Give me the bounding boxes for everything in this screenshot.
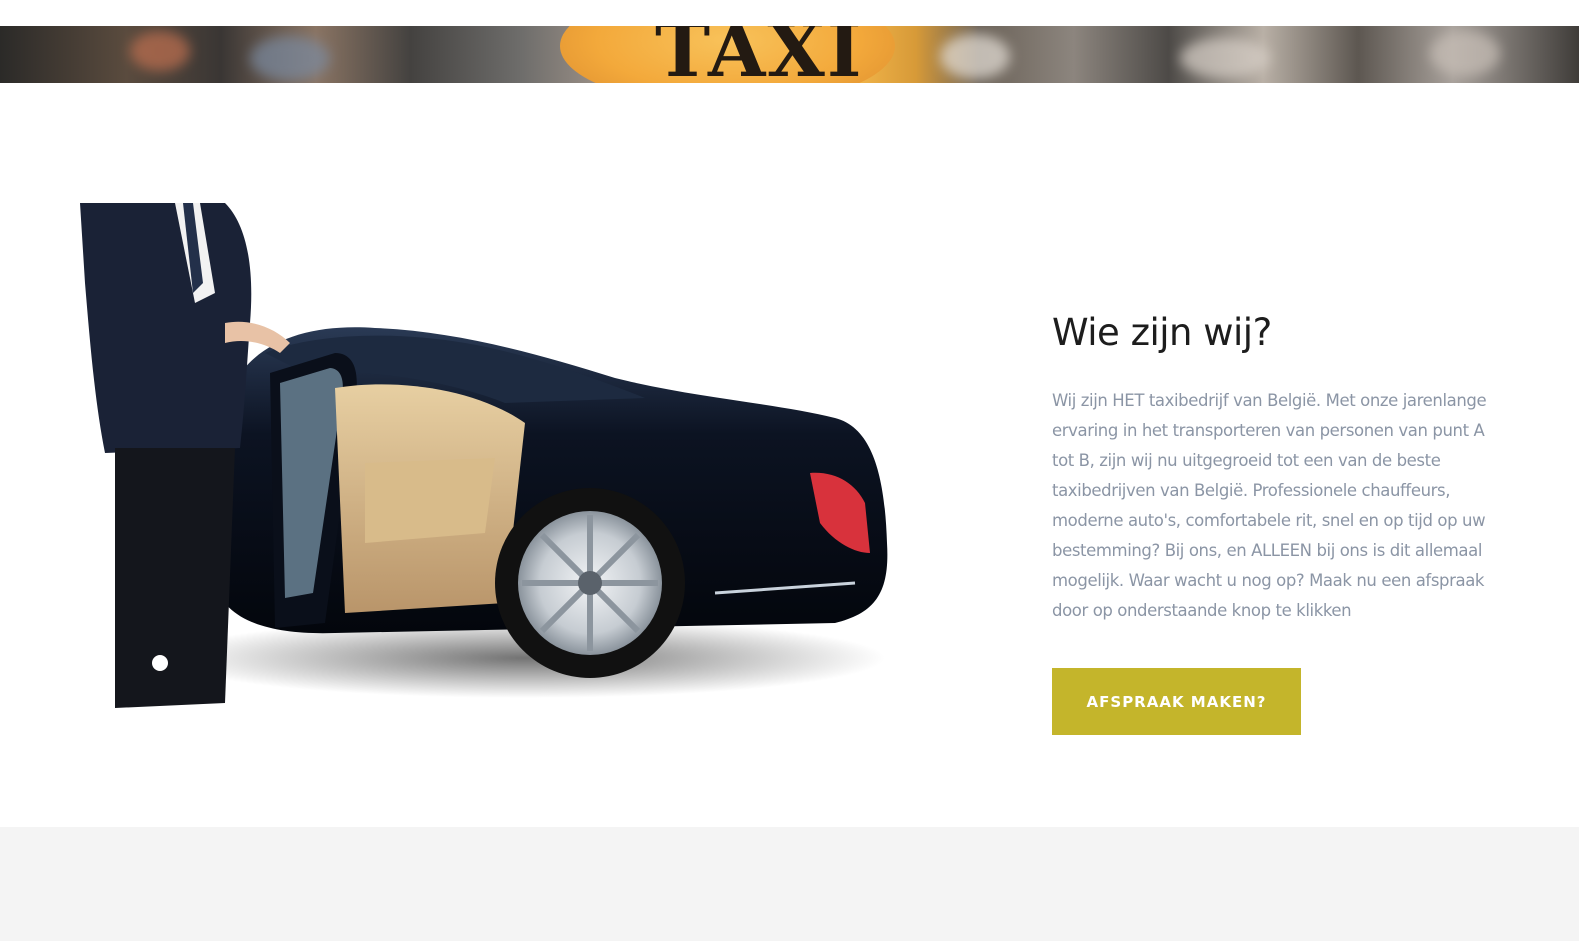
taxi-sign-text: TAXI: [655, 26, 864, 83]
hero-blur-shape: [130, 31, 190, 71]
top-bar: [0, 0, 1579, 26]
chauffeur-trousers: [115, 448, 235, 708]
hero-blur-shape: [1430, 31, 1500, 76]
chauffeur-car-photo: [80, 203, 888, 708]
shoe-highlight: [152, 655, 168, 671]
about-section: Wie zijn wij? Wij zijn HET taxibedrijf v…: [0, 83, 1579, 827]
next-section-band: [0, 827, 1579, 941]
section-body-text: Wij zijn HET taxibedrijf van België. Met…: [1052, 391, 1487, 620]
car-seat: [365, 458, 495, 543]
hero-blur-shape: [1180, 38, 1270, 78]
section-heading: Wie zijn wij?: [1052, 311, 1272, 354]
hero-blur-shape: [250, 36, 330, 81]
hero-blur-shape: [940, 34, 1010, 79]
hero-banner: TAXI: [0, 26, 1579, 83]
wheel-hub: [578, 571, 602, 595]
make-appointment-button[interactable]: AFSPRAAK MAKEN?: [1052, 668, 1301, 735]
